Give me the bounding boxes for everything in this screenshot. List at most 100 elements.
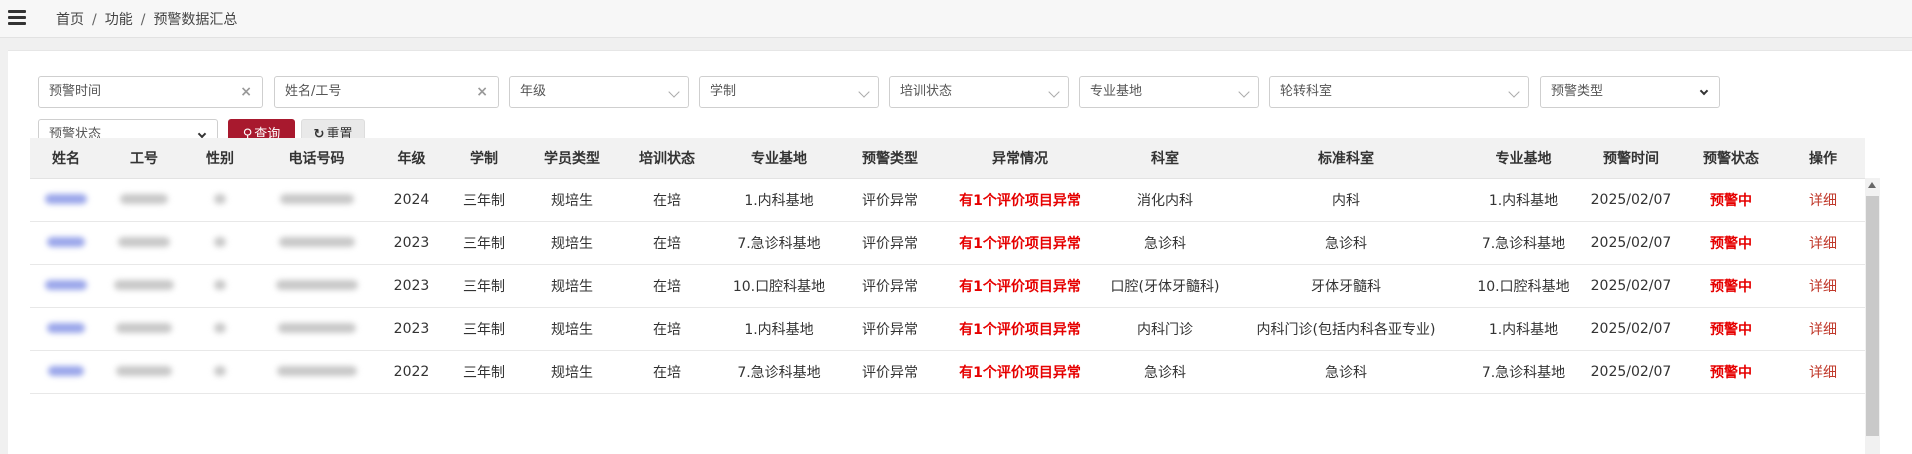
cell-name[interactable] <box>30 350 102 394</box>
name-id-input[interactable]: 姓名/工号 × <box>274 76 499 108</box>
cell-name[interactable] <box>30 307 102 351</box>
cell-base-2: 7.急诊科基地 <box>1466 221 1581 265</box>
warn-type-select[interactable]: 预警类型 <box>1540 76 1720 108</box>
redacted-value <box>214 279 226 290</box>
table-row: 2023 三年制 规培生 在培 1.内科基地 评价异常 有1个评价项目异常 内科门诊 内科门诊(… <box>30 307 1865 351</box>
col-header: 标准科室 <box>1226 138 1466 179</box>
table-header-row: 姓名 工号 性别 电话号码 年级 学制 学员类型 培训状态 专业基地 预警类型 … <box>30 138 1865 179</box>
col-header: 学制 <box>444 138 524 179</box>
col-header: 预警状态 <box>1681 138 1781 179</box>
chevron-down-icon <box>1508 86 1520 98</box>
cell-system: 三年制 <box>444 221 524 265</box>
cell-student-type: 规培生 <box>524 307 620 351</box>
cell-warn-time: 2025/02/07 <box>1581 350 1681 394</box>
cell-name[interactable] <box>30 264 102 308</box>
chevron-down-icon <box>197 129 207 139</box>
breadcrumb-sep: / <box>140 12 146 28</box>
cell-gender <box>186 307 254 351</box>
cell-system: 三年制 <box>444 264 524 308</box>
scrollbar-thumb[interactable] <box>1866 196 1879 436</box>
col-header: 预警时间 <box>1581 138 1681 179</box>
cell-train-status: 在培 <box>620 221 714 265</box>
clear-icon[interactable]: × <box>240 77 252 107</box>
cell-warn-status: 预警中 <box>1681 307 1781 351</box>
breadcrumb-home[interactable]: 首页 <box>56 12 84 28</box>
cell-abnormal: 有1个评价项目异常 <box>936 178 1104 222</box>
redacted-value <box>275 279 358 290</box>
redacted-value <box>278 236 355 247</box>
cell-train-status: 在培 <box>620 350 714 394</box>
cell-student-type: 规培生 <box>524 221 620 265</box>
cell-base: 7.急诊科基地 <box>714 221 844 265</box>
cell-detail-link[interactable]: 详细 <box>1781 350 1865 394</box>
table-row: 2022 三年制 规培生 在培 7.急诊科基地 评价异常 有1个评价项目异常 急诊科 急诊科 7.… <box>30 350 1865 394</box>
cell-warn-time: 2025/02/07 <box>1581 264 1681 308</box>
cell-base-2: 7.急诊科基地 <box>1466 350 1581 394</box>
cell-grade: 2022 <box>379 350 444 394</box>
cell-warn-status: 预警中 <box>1681 221 1781 265</box>
cell-gender <box>186 178 254 222</box>
cell-system: 三年制 <box>444 178 524 222</box>
redacted-value <box>276 365 357 376</box>
cell-grade: 2023 <box>379 221 444 265</box>
table-scrollbar[interactable] <box>1865 178 1880 454</box>
breadcrumb-sep: / <box>92 12 97 28</box>
cell-gender <box>186 350 254 394</box>
cell-warn-status: 预警中 <box>1681 178 1781 222</box>
chevron-down-icon <box>1699 86 1709 96</box>
cell-base: 10.口腔科基地 <box>714 264 844 308</box>
warn-time-placeholder: 预警时间 <box>49 84 102 99</box>
cell-base: 1.内科基地 <box>714 178 844 222</box>
name-id-placeholder: 姓名/工号 <box>285 84 342 99</box>
col-header: 异常情况 <box>936 138 1104 179</box>
cell-train-status: 在培 <box>620 264 714 308</box>
system-select[interactable]: 学制 <box>699 76 879 108</box>
cell-detail-link[interactable]: 详细 <box>1781 264 1865 308</box>
cell-department: 急诊科 <box>1104 350 1226 394</box>
cell-warn-time: 2025/02/07 <box>1581 307 1681 351</box>
cell-name[interactable] <box>30 178 102 222</box>
cell-gender <box>186 264 254 308</box>
rotation-select[interactable]: 轮转科室 <box>1269 76 1529 108</box>
redacted-value <box>214 193 226 204</box>
breadcrumb-section[interactable]: 功能 <box>105 12 133 28</box>
grade-select[interactable]: 年级 <box>509 76 689 108</box>
redacted-value <box>279 193 354 204</box>
warn-time-input[interactable]: 预警时间 × <box>38 76 263 108</box>
cell-std-department: 牙体牙髓科 <box>1226 264 1466 308</box>
cell-system: 三年制 <box>444 307 524 351</box>
cell-warn-status: 预警中 <box>1681 350 1781 394</box>
cell-warn-type: 评价异常 <box>844 264 936 308</box>
cell-student-type: 规培生 <box>524 264 620 308</box>
cell-system: 三年制 <box>444 350 524 394</box>
chevron-down-icon <box>668 86 680 98</box>
col-header: 电话号码 <box>254 138 379 179</box>
cell-warn-status: 预警中 <box>1681 264 1781 308</box>
cell-std-department: 急诊科 <box>1226 350 1466 394</box>
cell-detail-link[interactable]: 详细 <box>1781 307 1865 351</box>
cell-name[interactable] <box>30 221 102 265</box>
base-select[interactable]: 专业基地 <box>1079 76 1259 108</box>
col-header: 工号 <box>102 138 186 179</box>
cell-std-department: 内科 <box>1226 178 1466 222</box>
cell-base-2: 1.内科基地 <box>1466 178 1581 222</box>
scroll-up-icon[interactable] <box>1868 182 1876 188</box>
breadcrumb: 首页 / 功能 / 预警数据汇总 <box>56 9 237 29</box>
cell-detail-link[interactable]: 详细 <box>1781 221 1865 265</box>
train-status-select[interactable]: 培训状态 <box>889 76 1069 108</box>
redacted-value <box>116 365 172 376</box>
cell-employee-id <box>102 264 186 308</box>
redacted-value <box>114 279 174 290</box>
cell-detail-link[interactable]: 详细 <box>1781 178 1865 222</box>
col-header: 操作 <box>1781 138 1865 179</box>
clear-icon[interactable]: × <box>476 77 488 107</box>
col-header: 科室 <box>1104 138 1226 179</box>
cell-department: 消化内科 <box>1104 178 1226 222</box>
chevron-down-icon <box>858 86 870 98</box>
chevron-down-icon <box>1048 86 1060 98</box>
hamburger-icon[interactable] <box>8 10 26 26</box>
breadcrumb-current: 预警数据汇总 <box>153 12 238 28</box>
system-label: 学制 <box>710 84 737 99</box>
cell-warn-type: 评价异常 <box>844 350 936 394</box>
cell-phone <box>254 178 379 222</box>
